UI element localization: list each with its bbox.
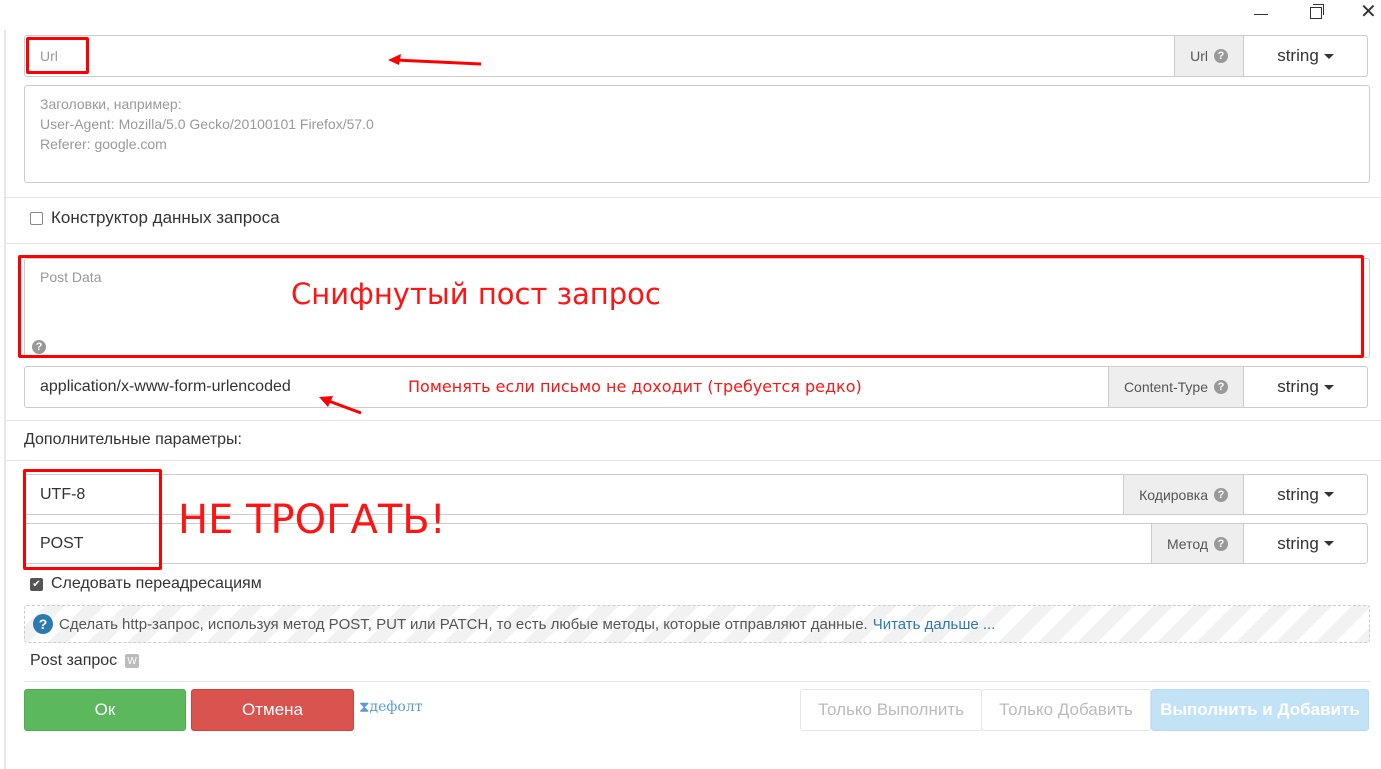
url-type-dropdown[interactable]: string	[1243, 36, 1367, 76]
annotation-box-do-not-touch	[23, 469, 162, 570]
maximize-icon[interactable]	[1310, 4, 1324, 19]
annotation-sniffed: Снифнутый пост запрос	[291, 277, 661, 311]
method-addon: Метод ?	[1150, 524, 1243, 563]
wordpress-icon: W	[125, 654, 140, 668]
method-type-label: string	[1277, 533, 1319, 553]
annotation-change-hint: Поменять если письмо не доходит (требует…	[408, 377, 862, 396]
constructor-checkbox[interactable]	[30, 211, 43, 225]
extra-params-label: Дополнительные параметры:	[24, 431, 242, 448]
caret-down-icon	[1323, 541, 1334, 546]
divider	[6, 243, 1381, 244]
info-text: Сделать http-запрос, используя метод POS…	[59, 615, 868, 633]
question-icon[interactable]: ?	[1214, 487, 1228, 502]
caret-down-icon	[1323, 492, 1334, 497]
annotation-box-url	[26, 37, 89, 74]
follow-redirects-label: Следовать переадресациям	[51, 575, 262, 592]
annotation-arrow-url	[388, 54, 482, 66]
caret-down-icon	[1323, 384, 1334, 390]
headers-placeholder-line1: Заголовки, например:	[40, 96, 182, 112]
follow-redirects-row[interactable]: ✔ Следовать переадресациям	[30, 575, 262, 593]
default-label: дефолт	[369, 699, 423, 715]
annotation-arrow-content-type	[319, 396, 362, 415]
constructor-checkbox-row[interactable]: Конструктор данных запроса	[30, 208, 280, 228]
headers-textarea[interactable]: Заголовки, например: User-Agent: Mozilla…	[24, 85, 1370, 183]
divider	[6, 420, 1381, 421]
url-input[interactable]: Url	[25, 36, 1174, 76]
read-more-link[interactable]: Читать дальше ...	[873, 616, 996, 633]
encoding-addon: Кодировка ?	[1123, 475, 1243, 514]
url-addon: Url ?	[1174, 36, 1243, 76]
url-input-group: Url Url ? string	[24, 35, 1368, 77]
caret-down-icon	[1323, 53, 1334, 59]
question-icon[interactable]: ?	[1214, 536, 1228, 551]
encoding-type-label: string	[1277, 484, 1319, 504]
annotation-box-post-data	[18, 255, 1364, 358]
annotation-do-not-touch: НЕ ТРОГАТЬ!	[178, 497, 446, 543]
constructor-label: Конструктор данных запроса	[51, 208, 280, 227]
hourglass-icon: ⧗	[359, 698, 370, 716]
content-type-type-dropdown[interactable]: string	[1243, 367, 1367, 407]
method-addon-label: Метод	[1166, 535, 1208, 552]
left-border	[4, 30, 6, 769]
cancel-button[interactable]: Отмена	[191, 689, 354, 731]
encoding-addon-label: Кодировка	[1139, 486, 1208, 503]
question-icon[interactable]: ?	[1214, 49, 1228, 63]
method-type-dropdown[interactable]: string	[1243, 524, 1367, 563]
divider	[6, 460, 1381, 461]
divider	[6, 197, 1381, 198]
ok-button[interactable]: Ок	[24, 689, 186, 731]
only-add-button[interactable]: Только Добавить	[981, 689, 1151, 731]
close-icon[interactable]: ✕	[1360, 2, 1377, 22]
url-type-label: string	[1277, 46, 1319, 65]
minimize-icon[interactable]	[1254, 14, 1268, 15]
content-type-addon-label: Content-Type	[1123, 379, 1208, 395]
content-type-addon: Content-Type ?	[1107, 367, 1243, 407]
encoding-type-dropdown[interactable]: string	[1243, 475, 1367, 514]
divider	[24, 681, 1370, 682]
headers-placeholder-line3: Referer: google.com	[40, 136, 167, 152]
action-name: Post запрос	[30, 652, 118, 669]
check-icon[interactable]: ✔	[30, 577, 43, 591]
question-icon[interactable]: ?	[1214, 380, 1228, 394]
default-link[interactable]: ⧗ дефолт	[359, 698, 422, 716]
headers-placeholder-line2: User-Agent: Mozilla/5.0 Gecko/20100101 F…	[40, 116, 374, 132]
run-and-add-button[interactable]: Выполнить и Добавить	[1151, 689, 1369, 731]
action-name-row: Post запрос W	[30, 652, 140, 670]
info-icon: ?	[33, 614, 53, 634]
content-type-type-label: string	[1277, 377, 1319, 396]
only-run-button[interactable]: Только Выполнить	[800, 689, 982, 731]
url-addon-label: Url	[1190, 48, 1208, 64]
info-bar: ? Сделать http-запрос, используя метод P…	[24, 605, 1370, 643]
